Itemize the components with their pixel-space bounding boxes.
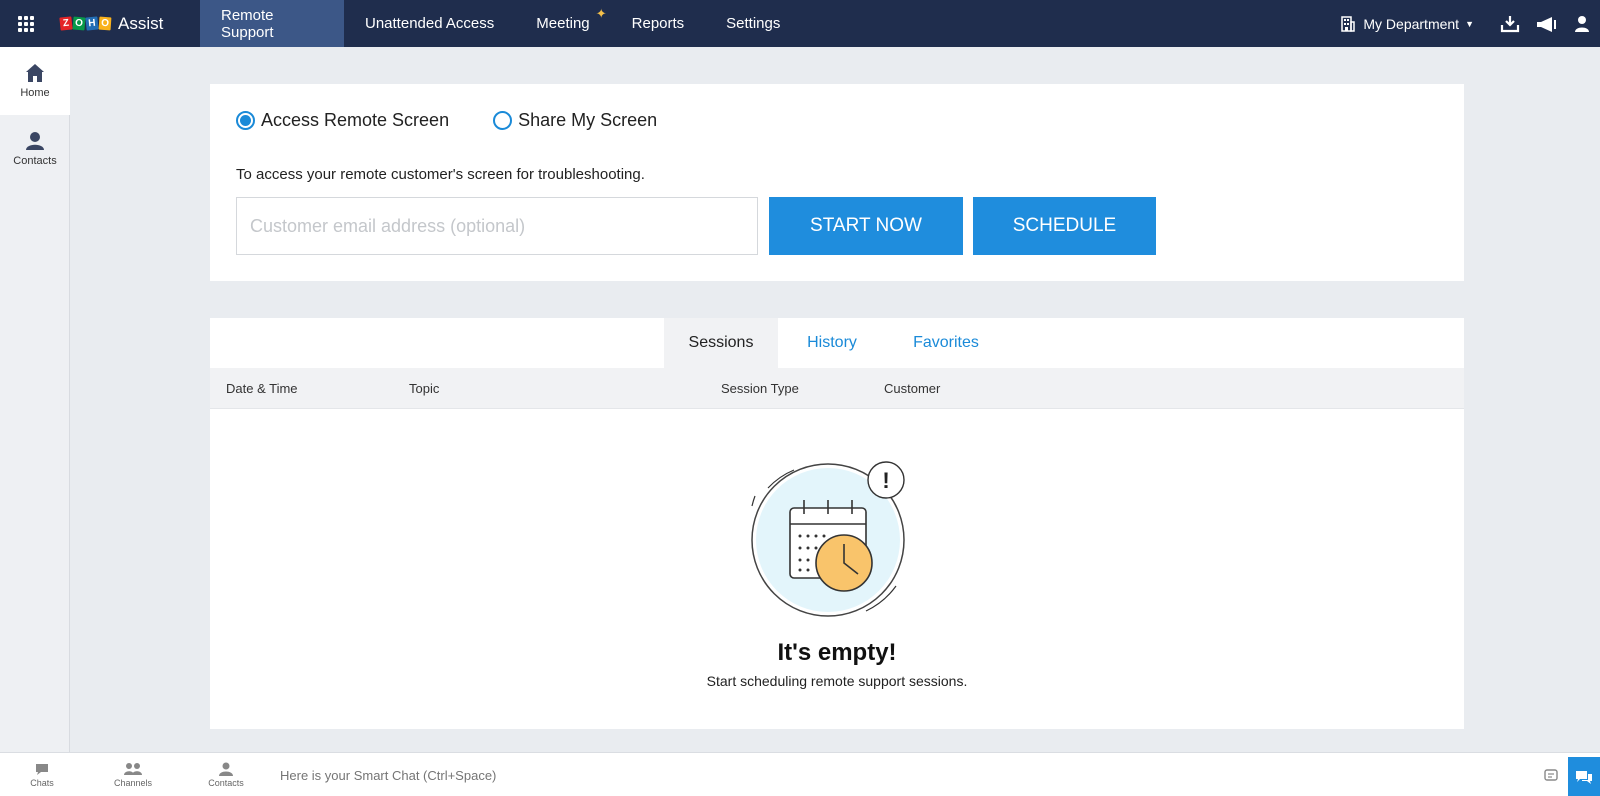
- app-launcher-icon[interactable]: [0, 0, 52, 47]
- radio-unchecked-icon: [493, 111, 513, 130]
- announcement-icon[interactable]: [1528, 0, 1564, 47]
- session-description: To access your remote customer's screen …: [236, 166, 645, 183]
- download-icon[interactable]: [1492, 0, 1528, 47]
- brand-logo[interactable]: Z O H O Assist: [52, 0, 200, 47]
- schedule-button[interactable]: SCHEDULE: [973, 197, 1156, 255]
- bottom-bar: Chats Channels Contacts: [0, 752, 1600, 796]
- chevron-down-icon: ▼: [1465, 18, 1474, 29]
- radio-share-my-screen[interactable]: Share My Screen: [493, 110, 657, 131]
- session-mode-radio-group: Access Remote Screen Share My Screen: [236, 110, 701, 131]
- top-navigation-bar: Z O H O Assist Remote Support Unattended…: [0, 0, 1600, 47]
- column-header-topic[interactable]: Topic: [409, 368, 439, 409]
- customer-email-input[interactable]: [236, 197, 758, 255]
- sidebar-item-contacts[interactable]: Contacts: [0, 115, 70, 183]
- nav-tab-unattended-access[interactable]: Unattended Access: [344, 0, 515, 47]
- empty-state-subtitle: Start scheduling remote support sessions…: [706, 673, 968, 689]
- home-icon: [26, 64, 44, 82]
- sessions-panel: Sessions History Favorites Date & Time T…: [210, 318, 1464, 729]
- bottom-item-channels[interactable]: Channels: [91, 753, 175, 796]
- sessions-tabs: Sessions History Favorites: [664, 318, 1006, 368]
- contacts-icon: [219, 762, 233, 776]
- start-session-panel: Access Remote Screen Share My Screen To …: [210, 84, 1464, 281]
- main-nav: Remote Support Unattended Access Meeting…: [200, 0, 801, 47]
- nav-tab-reports[interactable]: Reports: [611, 0, 706, 47]
- open-chat-icon[interactable]: [1568, 757, 1600, 796]
- empty-calendar-illustration: !: [751, 461, 905, 617]
- zoho-logo: Z O H O: [59, 16, 112, 31]
- column-header-date-time[interactable]: Date & Time: [226, 368, 298, 409]
- department-selector[interactable]: My Department ▼: [1340, 16, 1474, 32]
- column-header-session-type[interactable]: Session Type: [721, 368, 799, 409]
- channels-icon: [124, 763, 142, 775]
- alert-badge-icon: !: [882, 468, 889, 493]
- sparkle-icon: ✦: [595, 6, 607, 21]
- side-navigation: Home Contacts: [0, 47, 70, 752]
- department-label: My Department: [1363, 15, 1460, 32]
- start-now-button[interactable]: START NOW: [769, 197, 963, 255]
- empty-state-title: It's empty!: [777, 639, 897, 666]
- building-icon: [1341, 15, 1356, 32]
- tab-history[interactable]: History: [778, 318, 886, 368]
- bottom-item-contacts[interactable]: Contacts: [184, 753, 268, 796]
- nav-tab-remote-support[interactable]: Remote Support: [200, 0, 344, 47]
- chat-icon: [36, 764, 48, 775]
- radio-checked-icon: [236, 111, 255, 130]
- nav-tab-settings[interactable]: Settings: [705, 0, 801, 47]
- sessions-table-header: Date & Time Topic Session Type Customer: [210, 368, 1464, 409]
- radio-access-remote-screen[interactable]: Access Remote Screen: [236, 110, 449, 131]
- user-profile-icon[interactable]: [1564, 0, 1600, 47]
- bottom-item-chats[interactable]: Chats: [0, 753, 84, 796]
- column-header-customer[interactable]: Customer: [884, 368, 940, 409]
- brand-name: Assist: [118, 13, 164, 33]
- smart-chat-input[interactable]: [272, 753, 1534, 796]
- tab-sessions[interactable]: Sessions: [664, 318, 778, 368]
- contacts-icon: [26, 132, 44, 150]
- notification-icon[interactable]: [1534, 753, 1568, 796]
- sidebar-item-home[interactable]: Home: [0, 47, 70, 115]
- nav-tab-meeting[interactable]: Meeting ✦: [515, 0, 610, 47]
- tab-favorites[interactable]: Favorites: [886, 318, 1006, 368]
